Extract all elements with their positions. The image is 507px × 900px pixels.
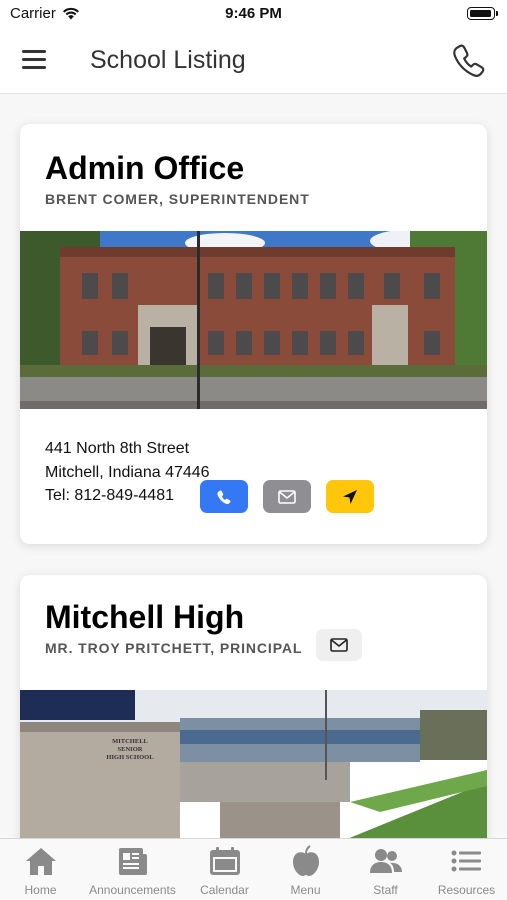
hamburger-menu-icon[interactable]	[22, 50, 48, 70]
navigation-bar: School Listing	[0, 28, 507, 94]
tab-label: Announcements	[89, 883, 176, 897]
envelope-icon	[278, 489, 296, 504]
tab-bar: Home Announcements Calendar Menu Staff R…	[0, 838, 507, 900]
calendar-icon	[209, 847, 240, 875]
email-principal-button[interactable]	[316, 629, 362, 661]
list-icon	[451, 850, 481, 872]
email-button[interactable]	[263, 480, 311, 513]
tab-label: Home	[24, 883, 57, 897]
school-card-mitchell-high[interactable]: Mitchell High MR. TROY PRITCHETT, PRINCI…	[20, 575, 487, 850]
people-icon	[369, 849, 402, 873]
phone-icon[interactable]	[449, 40, 489, 80]
school-sign: MITCHELL SENIOR HIGH SCHOOL	[104, 738, 156, 762]
school-contact-person: MR. TROY PRITCHETT, PRINCIPAL	[45, 640, 303, 656]
school-sign-line: HIGH SCHOOL	[106, 754, 154, 761]
directions-button[interactable]	[326, 480, 374, 513]
school-sign-line: MITCHELL	[112, 738, 148, 745]
battery-icon	[467, 7, 498, 20]
school-name: Mitchell High	[45, 599, 245, 635]
tab-label: Resources	[437, 883, 496, 897]
newspaper-icon	[118, 848, 147, 875]
envelope-icon	[330, 638, 348, 652]
mitchell-high-photo	[20, 690, 487, 850]
status-bar: Carrier 9:46 PM	[0, 0, 507, 28]
apple-icon	[292, 845, 319, 876]
call-button[interactable]	[200, 480, 248, 513]
tab-resources[interactable]: Resources	[416, 839, 507, 900]
admin-office-photo	[20, 231, 487, 409]
page-title: School Listing	[90, 46, 246, 74]
school-address-line1: 441 North 8th Street	[45, 440, 190, 457]
school-contact-person: BRENT COMER, SUPERINTENDENT	[45, 191, 310, 207]
tab-announcements[interactable]: Announcements	[82, 839, 183, 900]
school-address-line2: Mitchell, Indiana 47446	[45, 464, 210, 481]
school-name: Admin Office	[45, 150, 245, 186]
home-icon	[25, 848, 56, 875]
location-arrow-icon	[343, 489, 357, 504]
school-phone: Tel: 812-849-4481	[45, 487, 174, 504]
school-card-admin-office[interactable]: Admin Office BRENT COMER, SUPERINTENDENT	[20, 124, 487, 544]
phone-icon	[217, 490, 231, 504]
tab-home[interactable]: Home	[0, 839, 91, 900]
status-time: 9:46 PM	[225, 5, 282, 22]
school-sign-line: SENIOR	[117, 746, 143, 753]
